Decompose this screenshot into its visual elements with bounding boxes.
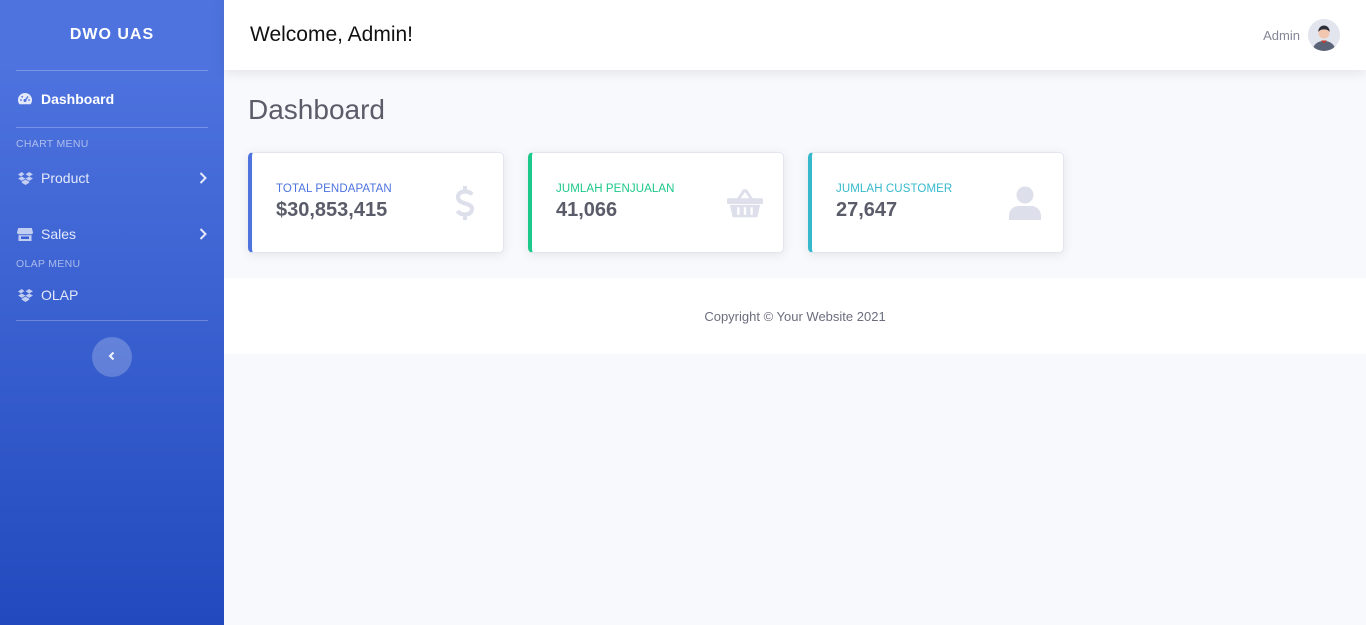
stat-card-sales: JUMLAH PENJUALAN 41,066 [528, 152, 784, 253]
dropbox-icon [16, 169, 34, 187]
sidebar-heading-chart: CHART MENU [16, 138, 89, 150]
sidebar-toggle-button[interactable] [92, 337, 132, 377]
avatar [1308, 19, 1340, 51]
topbar: Welcome, Admin! Admin [224, 0, 1366, 70]
store-icon [16, 225, 34, 243]
sidebar-item-olap[interactable]: OLAP [0, 270, 224, 320]
sidebar-heading-olap: OLAP MENU [16, 258, 81, 270]
user-menu[interactable]: Admin [1263, 19, 1340, 51]
sidebar-divider [16, 320, 208, 321]
tachometer-icon [16, 90, 34, 108]
sidebar-item-label: Dashboard [41, 91, 115, 107]
sidebar-item-label: OLAP [41, 287, 79, 303]
chevron-left-icon [108, 348, 116, 366]
sidebar-item-product[interactable]: Product [0, 150, 224, 206]
chevron-right-icon [198, 228, 208, 240]
user-icon [1007, 185, 1043, 221]
dropbox-icon [16, 286, 34, 304]
main-content: Dashboard TOTAL PENDAPATAN $30,853,415 J… [224, 70, 1366, 278]
sidebar-item-label: Sales [41, 226, 77, 242]
basket-icon [727, 185, 763, 221]
copyright-text: Copyright © Your Website 2021 [704, 308, 886, 324]
page-title: Dashboard [248, 94, 385, 125]
welcome-message: Welcome, Admin! [250, 23, 414, 46]
dollar-icon [447, 185, 483, 221]
sidebar: DWO UAS Dashboard CHART MENU Product Sal… [0, 0, 224, 625]
stat-cards: TOTAL PENDAPATAN $30,853,415 JUMLAH PENJ… [248, 152, 1342, 253]
chevron-right-icon [198, 172, 208, 184]
sidebar-item-dashboard[interactable]: Dashboard [0, 71, 224, 127]
user-name: Admin [1263, 27, 1300, 43]
sidebar-item-sales[interactable]: Sales [0, 206, 224, 262]
sidebar-item-label: Product [41, 170, 90, 186]
stat-card-revenue: TOTAL PENDAPATAN $30,853,415 [248, 152, 504, 253]
stat-card-customer: JUMLAH CUSTOMER 27,647 [808, 152, 1064, 253]
footer: Copyright © Your Website 2021 [224, 278, 1366, 354]
brand[interactable]: DWO UAS [0, 0, 224, 70]
